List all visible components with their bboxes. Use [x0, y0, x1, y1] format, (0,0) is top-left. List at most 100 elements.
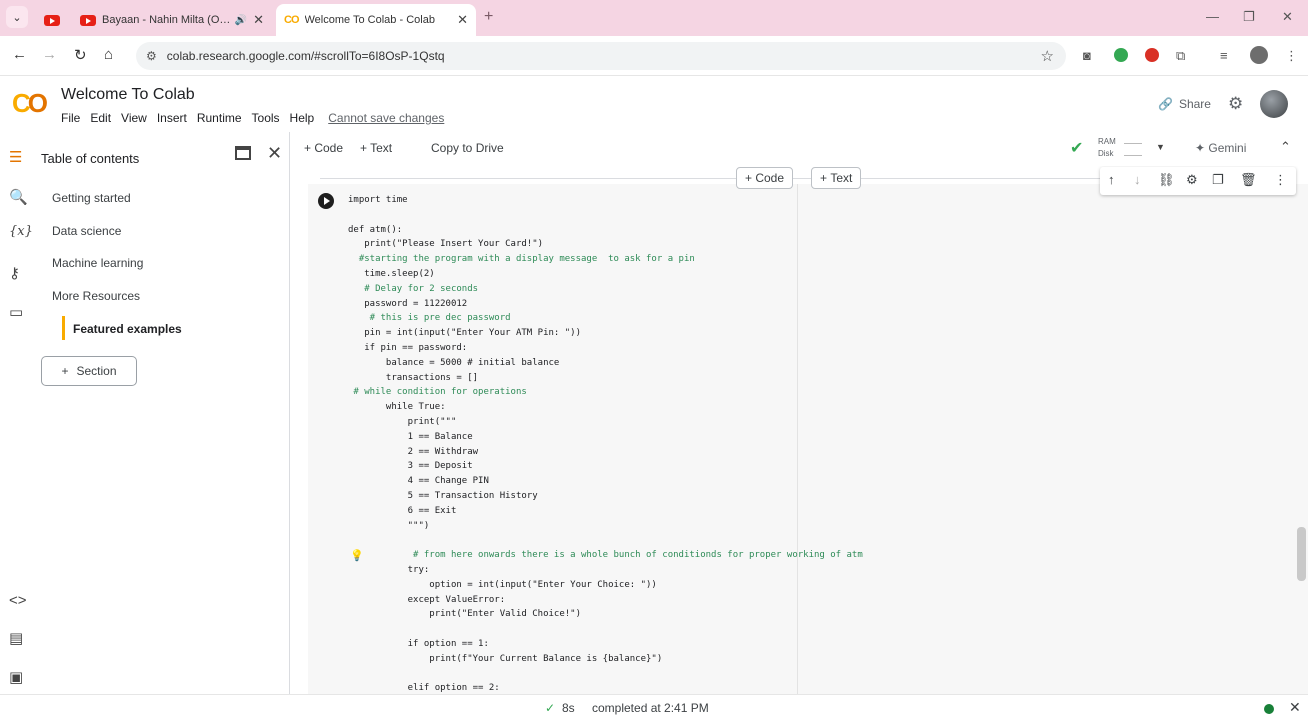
table-of-contents-icon[interactable]: ☰: [9, 148, 22, 166]
browser-tab-youtube-2[interactable]: Bayaan - Nahin Milta (Offic 🔊 ✕: [72, 4, 272, 36]
media-control-icon[interactable]: ≡: [1220, 48, 1228, 63]
code-line: 1 == Balance: [348, 431, 473, 442]
code-snippets-icon[interactable]: <>: [9, 592, 27, 609]
toc-item-more-resources[interactable]: More Resources: [52, 289, 140, 303]
browser-profile-avatar[interactable]: [1250, 46, 1268, 64]
menu-view[interactable]: View: [121, 111, 147, 125]
code-line: print("Please Insert Your Card!"): [348, 239, 544, 250]
copy-to-drive-button[interactable]: Copy to Drive: [431, 141, 504, 155]
menu-edit[interactable]: Edit: [90, 111, 111, 125]
toc-item-featured-examples[interactable]: Featured examples: [73, 322, 182, 336]
menu-file[interactable]: File: [61, 111, 80, 125]
command-palette-icon[interactable]: ▤: [9, 629, 23, 647]
menu-insert[interactable]: Insert: [157, 111, 187, 125]
notebook-scrollbar[interactable]: [1297, 527, 1306, 581]
code-editor[interactable]: import time def atm(): print("Please Inse…: [348, 193, 863, 694]
speaker-icon[interactable]: 🔊: [235, 15, 247, 26]
user-avatar[interactable]: [1260, 90, 1288, 118]
move-up-icon[interactable]: ↑: [1108, 172, 1115, 187]
add-text-cell-button[interactable]: + Text: [360, 141, 392, 155]
extension-green-icon[interactable]: [1114, 48, 1128, 62]
add-section-button[interactable]: + Section: [41, 356, 137, 386]
url-text: colab.research.google.com/#scrollTo=6I8O…: [166, 49, 445, 63]
code-line: except ValueError:: [348, 594, 506, 605]
toc-item-machine-learning[interactable]: Machine learning: [52, 256, 143, 270]
url-bar[interactable]: ⚙ colab.research.google.com/#scrollTo=6I…: [136, 42, 1066, 70]
colab-logo-icon[interactable]: CO: [12, 88, 48, 119]
insert-text-cell-button[interactable]: + Text: [811, 167, 862, 189]
files-folder-icon[interactable]: ▭: [9, 303, 23, 321]
add-code-cell-button[interactable]: + Code: [304, 141, 343, 155]
connected-check-icon[interactable]: ✔: [1070, 138, 1083, 158]
home-icon[interactable]: ⌂: [104, 46, 113, 63]
insert-code-cell-button[interactable]: + Code: [736, 167, 794, 189]
secrets-key-icon[interactable]: ⚷: [9, 264, 20, 282]
menu-runtime[interactable]: Runtime: [197, 111, 242, 125]
share-button[interactable]: 🔗 Share: [1158, 97, 1211, 111]
insert-cell-divider: [320, 178, 1110, 179]
code-line: try:: [348, 564, 430, 575]
gemini-button[interactable]: ✦ Gemini: [1195, 141, 1246, 155]
terminal-icon[interactable]: ▣: [9, 668, 23, 686]
minimize-icon[interactable]: —: [1206, 9, 1219, 24]
browser-tab-youtube-1[interactable]: [36, 4, 70, 36]
open-in-tab-icon[interactable]: [235, 146, 251, 160]
code-line: if pin == password:: [348, 342, 468, 353]
close-tab-icon[interactable]: ✕: [457, 12, 468, 28]
cannot-save-link[interactable]: Cannot save changes: [328, 111, 444, 125]
code-line: 6 == Exit: [348, 505, 457, 516]
link-to-cell-icon[interactable]: ⛓: [1158, 172, 1175, 188]
toc-item-getting-started[interactable]: Getting started: [52, 191, 131, 205]
tab-search-chevron-icon[interactable]: ⌄: [6, 6, 28, 28]
execution-completed-text[interactable]: completed at 2:41 PM: [592, 701, 709, 715]
menu-bar: File Edit View Insert Runtime Tools Help…: [61, 111, 454, 125]
success-check-icon: ✓: [545, 701, 556, 715]
forward-icon[interactable]: →: [42, 46, 57, 63]
extension-red-icon[interactable]: [1145, 48, 1159, 62]
collapse-header-icon[interactable]: ⌃: [1280, 139, 1291, 155]
ram-bar: [1124, 140, 1142, 144]
extensions-puzzle-icon[interactable]: ⧉: [1176, 48, 1185, 64]
close-status-icon[interactable]: ✕: [1289, 699, 1301, 716]
gemini-label: Gemini: [1208, 141, 1247, 155]
site-info-icon[interactable]: ⚙: [146, 49, 157, 63]
text-label: Text: [830, 171, 853, 185]
camera-icon[interactable]: ◙: [1083, 48, 1091, 63]
code-line: import time: [348, 195, 408, 205]
close-tab-icon[interactable]: ✕: [253, 12, 264, 28]
move-down-icon[interactable]: ↓: [1134, 172, 1141, 187]
status-bar: ✓ 8s completed at 2:41 PM ✕: [0, 694, 1308, 720]
code-line: 5 == Transaction History: [348, 490, 538, 501]
more-actions-icon[interactable]: ⋮: [1274, 172, 1287, 188]
cell-settings-icon[interactable]: ⚙: [1186, 172, 1198, 188]
browser-tab-colab[interactable]: CO Welcome To Colab - Colab ✕: [276, 4, 476, 36]
close-icon[interactable]: ✕: [267, 143, 282, 164]
menu-help[interactable]: Help: [290, 111, 315, 125]
restore-icon[interactable]: ❐: [1243, 9, 1255, 25]
code-line: # from here onwards there is a whole bun…: [348, 550, 863, 561]
text-label: Text: [370, 141, 393, 155]
tab-title: Welcome To Colab - Colab: [304, 14, 435, 26]
settings-gear-icon[interactable]: ⚙: [1228, 94, 1243, 114]
back-icon[interactable]: ←: [12, 46, 27, 63]
ram-disk-indicator[interactable]: RAM Disk: [1098, 136, 1116, 160]
mirror-cell-icon[interactable]: ❐: [1212, 172, 1224, 188]
code-line: elif option == 2:: [348, 683, 500, 694]
reload-icon[interactable]: ↻: [74, 46, 87, 64]
code-line: 2 == Withdraw: [348, 446, 479, 457]
delete-cell-icon[interactable]: 🗑: [1240, 172, 1257, 188]
close-window-icon[interactable]: ✕: [1282, 9, 1293, 25]
bookmark-star-icon[interactable]: ☆: [1041, 47, 1054, 65]
notebook-title[interactable]: Welcome To Colab: [61, 86, 195, 104]
new-tab-icon[interactable]: +: [484, 8, 493, 26]
runtime-dropdown-icon[interactable]: ▼: [1156, 142, 1165, 152]
plus-icon: +: [61, 364, 69, 378]
browser-menu-icon[interactable]: ⋮: [1285, 48, 1298, 64]
search-icon[interactable]: 🔍: [9, 188, 28, 206]
runtime-status-dot[interactable]: [1264, 704, 1274, 714]
toc-item-data-science[interactable]: Data science: [52, 224, 121, 238]
code-line: #starting the program with a display mes…: [348, 254, 695, 265]
variables-icon[interactable]: {x}: [9, 224, 33, 239]
run-cell-button[interactable]: [318, 193, 334, 209]
menu-tools[interactable]: Tools: [252, 111, 280, 125]
